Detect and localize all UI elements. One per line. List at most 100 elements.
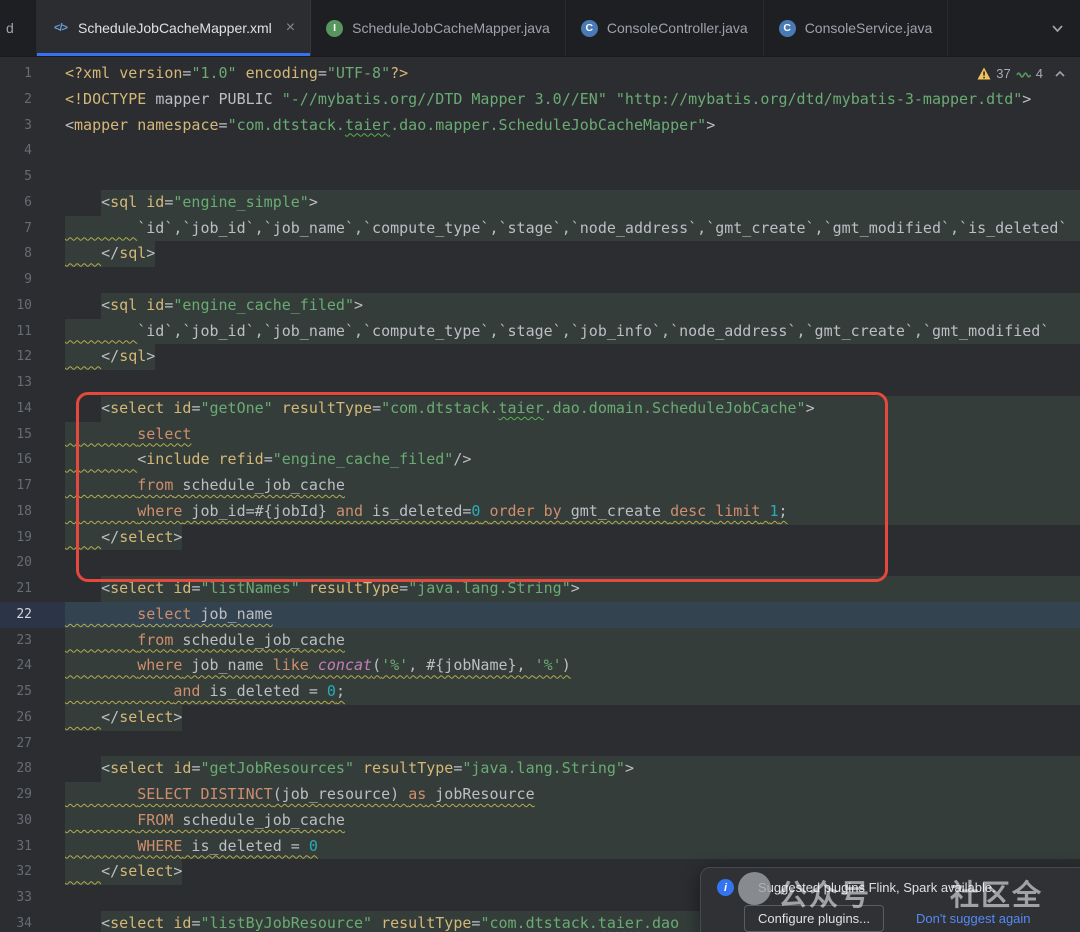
code-text: and is_deleted = 0; bbox=[65, 679, 345, 705]
code-line-27[interactable]: 27 bbox=[0, 731, 1080, 757]
line-number: 34 bbox=[16, 915, 32, 931]
warning-squiggle bbox=[65, 347, 101, 365]
code-text: <?xml version="1.0" encoding="UTF-8"?> bbox=[65, 64, 409, 82]
code-line-5[interactable]: 5 bbox=[0, 164, 1080, 190]
tab-consoleservice-java[interactable]: C ConsoleService.java bbox=[764, 0, 949, 56]
line-number: 8 bbox=[24, 246, 32, 262]
injected-fragment-bg bbox=[65, 421, 1080, 448]
code-line-8[interactable]: 8 </sql> bbox=[0, 241, 1080, 267]
tab-schedulejobcachemapper-xml[interactable]: </> ScheduleJobCacheMapper.xml × bbox=[37, 0, 312, 56]
editor-tab-bar: d </> ScheduleJobCacheMapper.xml × I Schedule… bbox=[0, 0, 1080, 57]
inspections-widget[interactable]: 37 4 bbox=[973, 64, 1070, 83]
close-tab-icon[interactable]: × bbox=[286, 20, 295, 36]
code-text: </sql> bbox=[65, 344, 155, 370]
line-number: 31 bbox=[16, 838, 32, 854]
code-line-7[interactable]: 7 `id`,`job_id`,`job_name`,`compute_type… bbox=[0, 215, 1080, 242]
tab-list-chevron-down-icon[interactable] bbox=[1035, 0, 1080, 56]
tab-consolecontroller-java[interactable]: C ConsoleController.java bbox=[566, 0, 764, 56]
tab-label: ConsoleService.java bbox=[804, 20, 933, 36]
line-number: 24 bbox=[16, 658, 32, 674]
warning-squiggle: and is_deleted = 0; bbox=[173, 682, 345, 700]
code-text: <select id="listByJobResource" resultTyp… bbox=[101, 913, 680, 932]
class-file-icon: C bbox=[778, 19, 796, 37]
tab-schedulejobcachemapper-java[interactable]: I ScheduleJobCacheMapper.java bbox=[311, 0, 566, 56]
line-number: 25 bbox=[16, 684, 32, 699]
notification-actions: Configure plugins... Don't suggest again bbox=[701, 896, 1080, 932]
code-line-10[interactable]: 10 <sql id="engine_cache_filed"> bbox=[0, 292, 1080, 319]
line-number: 19 bbox=[16, 529, 32, 545]
code-text: where job_id=#{jobId} and is_deleted=0 o… bbox=[65, 499, 788, 525]
code-line-9[interactable]: 9 bbox=[0, 267, 1080, 293]
chevron-up-icon[interactable] bbox=[1054, 70, 1066, 78]
code-line-21[interactable]: 21 <select id="listNames" resultType="ja… bbox=[0, 576, 1080, 602]
line-number: 26 bbox=[16, 709, 32, 725]
typo-icon bbox=[1016, 70, 1031, 78]
code-line-4[interactable]: 4 bbox=[0, 138, 1080, 164]
line-number: 3 bbox=[24, 117, 32, 133]
code-text: `id`,`job_id`,`job_name`,`compute_type`,… bbox=[65, 216, 1067, 242]
notification-header: i Suggested plugins Flink, Spark availab… bbox=[701, 868, 1080, 896]
warning-count: 37 bbox=[996, 66, 1011, 81]
code-text: from schedule_job_cache bbox=[65, 473, 345, 499]
code-line-30[interactable]: 30 FROM schedule_job_cache bbox=[0, 807, 1080, 834]
line-number: 4 bbox=[24, 143, 32, 159]
warning-squiggle: select bbox=[137, 424, 192, 443]
code-text: <sql id="engine_cache_filed"> bbox=[101, 295, 364, 314]
tab-label: d bbox=[6, 20, 14, 36]
code-text: from schedule_job_cache bbox=[65, 628, 345, 654]
code-line-16[interactable]: 16 <include refid="engine_cache_filed"/> bbox=[0, 447, 1080, 473]
warning-squiggle bbox=[65, 862, 101, 880]
line-number: 22 bbox=[16, 606, 32, 622]
code-line-12[interactable]: 12 </sql> bbox=[0, 344, 1080, 370]
warning-squiggle bbox=[65, 528, 101, 546]
code-text: <select id="listNames" resultType="java.… bbox=[101, 579, 580, 597]
line-number: 12 bbox=[16, 349, 32, 365]
code-line-31[interactable]: 31 WHERE is_deleted = 0 bbox=[0, 833, 1080, 860]
code-line-25[interactable]: 25 and is_deleted = 0; bbox=[0, 679, 1080, 705]
intellij-editor-window: d </> ScheduleJobCacheMapper.xml × I Schedule… bbox=[0, 0, 1080, 932]
warning-squiggle: SELECT DISTINCT(job_resource) as jobReso… bbox=[137, 785, 535, 803]
line-number: 20 bbox=[16, 555, 32, 571]
line-number: 14 bbox=[16, 400, 32, 416]
configure-plugins-button[interactable]: Configure plugins... bbox=[744, 905, 885, 932]
code-line-17[interactable]: 17 from schedule_job_cache bbox=[0, 473, 1080, 499]
line-number: 6 bbox=[24, 194, 32, 210]
code-line-14[interactable]: 14 <select id="getOne" resultType="com.d… bbox=[0, 395, 1080, 422]
code-line-20[interactable]: 20 bbox=[0, 550, 1080, 576]
tab-label: ScheduleJobCacheMapper.xml bbox=[78, 20, 272, 36]
warning-squiggle: select job_name bbox=[137, 604, 273, 623]
code-line-29[interactable]: 29 SELECT DISTINCT(job_resource) as jobR… bbox=[0, 782, 1080, 808]
dont-suggest-again-link[interactable]: Don't suggest again bbox=[916, 911, 1031, 926]
line-number: 27 bbox=[16, 735, 32, 751]
warning-squiggle bbox=[65, 244, 101, 262]
warning-squiggle: where job_id=#{jobId} and is_deleted=0 o… bbox=[137, 501, 788, 520]
tab-d[interactable]: d bbox=[0, 0, 37, 56]
code-line-1[interactable]: 1 <?xml version="1.0" encoding="UTF-8"?> bbox=[0, 61, 1080, 87]
tab-label: ScheduleJobCacheMapper.java bbox=[352, 20, 550, 36]
code-line-24[interactable]: 24 where job_name like concat('%', #{job… bbox=[0, 653, 1080, 679]
code-line-11[interactable]: 11 `id`,`job_id`,`job_name`,`compute_typ… bbox=[0, 318, 1080, 345]
code-line-26[interactable]: 26 </select> bbox=[0, 704, 1080, 731]
code-text: `id`,`job_id`,`job_name`,`compute_type`,… bbox=[65, 319, 1049, 345]
code-editor[interactable]: 1 <?xml version="1.0" encoding="UTF-8"?> 2… bbox=[0, 56, 1080, 932]
line-number: 10 bbox=[16, 297, 32, 313]
line-number: 32 bbox=[16, 864, 32, 880]
code-text: <!DOCTYPE mapper PUBLIC "-//mybatis.org/… bbox=[65, 89, 1032, 108]
class-file-icon: C bbox=[580, 19, 598, 37]
code-line-22[interactable]: 22 select job_name bbox=[0, 601, 1080, 628]
code-line-19[interactable]: 19 </select> bbox=[0, 524, 1080, 551]
code-line-18[interactable]: 18 where job_id=#{jobId} and is_deleted=… bbox=[0, 498, 1080, 525]
code-line-13[interactable]: 13 bbox=[0, 370, 1080, 396]
code-line-23[interactable]: 23 from schedule_job_cache bbox=[0, 627, 1080, 654]
code-line-28[interactable]: 28 <select id="getJobResources" resultTy… bbox=[0, 756, 1080, 782]
line-number: 7 bbox=[24, 220, 32, 236]
line-number: 15 bbox=[16, 426, 32, 442]
warning-squiggle: from schedule_job_cache bbox=[137, 476, 345, 494]
code-line-2[interactable]: 2 <!DOCTYPE mapper PUBLIC "-//mybatis.org… bbox=[0, 87, 1080, 113]
line-number: 9 bbox=[24, 272, 32, 287]
suggested-plugins-notification: i Suggested plugins Flink, Spark availab… bbox=[700, 867, 1080, 932]
code-line-6[interactable]: 6 <sql id="engine_simple"> bbox=[0, 189, 1080, 216]
line-number: 30 bbox=[16, 812, 32, 828]
code-line-15[interactable]: 15 select bbox=[0, 421, 1080, 448]
code-line-3[interactable]: 3 <mapper namespace="com.dtstack.taier.da… bbox=[0, 113, 1080, 139]
